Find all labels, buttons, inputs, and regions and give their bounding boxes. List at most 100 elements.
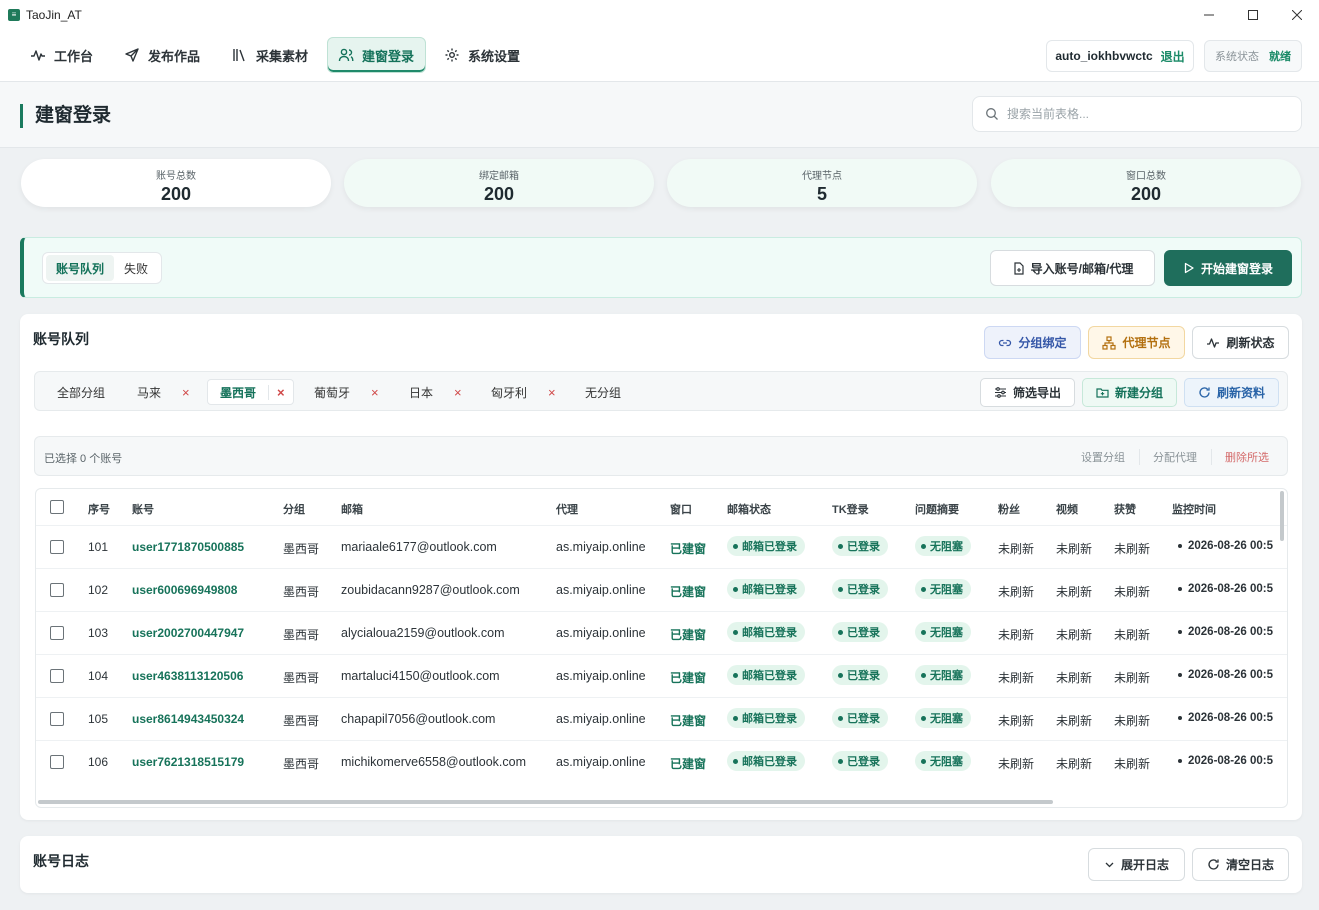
table-row[interactable]: 103 user2002700447947 墨西哥 alycialoua2159@ou… (36, 611, 1287, 654)
group-tab-japan[interactable]: 日本 × (397, 379, 470, 405)
account-log-panel: 账号日志 展开日志 清空日志 (20, 836, 1302, 893)
column-header[interactable]: 监控时间 (1172, 501, 1216, 517)
cell-account[interactable]: user2002700447947 (132, 626, 244, 640)
status-dot-icon (921, 586, 926, 592)
cell-no: 101 (88, 540, 109, 554)
logout-link[interactable]: 退出 (1161, 48, 1185, 65)
status-badge: 邮箱已登录 (727, 579, 805, 599)
nav-item-window-login[interactable]: 建窗登录 (327, 37, 426, 73)
time-text: 2026-08-26 00:5 (1188, 755, 1274, 767)
row-checkbox[interactable] (50, 626, 64, 640)
column-header[interactable]: 序号 (88, 501, 110, 517)
status-text: 已登录 (847, 541, 880, 553)
stat-value: 5 (816, 184, 827, 204)
monitor-time: 2026-08-26 00:5 (1178, 755, 1273, 767)
cell-no: 102 (88, 583, 109, 597)
remove-group-icon[interactable]: × (362, 385, 387, 400)
nav-label: 建窗登录 (362, 48, 415, 64)
group-tab-all[interactable]: 全部分组 (45, 379, 117, 405)
group-tab-hungary[interactable]: 匈牙利 × (479, 379, 564, 405)
group-bind-button[interactable]: 分组绑定 (984, 326, 1081, 359)
search-input[interactable] (1007, 107, 1287, 121)
table-row[interactable]: 102 user600696949808 墨西哥 zoubidacann9287@ou… (36, 568, 1287, 611)
clear-log-button[interactable]: 清空日志 (1192, 848, 1289, 881)
cell-fans: 未刷新 (998, 542, 1035, 556)
cell-account[interactable]: user4638113120506 (132, 669, 243, 683)
group-tab-ungrouped[interactable]: 无分组 (573, 379, 633, 405)
status-badge: 邮箱已登录 (727, 751, 805, 771)
table-row[interactable]: 101 user1771870500885 墨西哥 mariaale6177@outl… (36, 525, 1287, 568)
stat-label: 账号总数 (156, 171, 196, 182)
remove-group-icon[interactable]: × (445, 385, 470, 400)
table-row[interactable]: 106 user7621318515179 墨西哥 michikomerve6558@… (36, 740, 1287, 783)
cell-account[interactable]: user1771870500885 (132, 540, 244, 554)
expand-log-button[interactable]: 展开日志 (1088, 848, 1185, 881)
selection-bar: 已选择 0 个账号 设置分组 分配代理 删除所选 (34, 436, 1288, 476)
column-header[interactable]: 账号 (132, 501, 154, 517)
nav-item-publish[interactable]: 发布作品 (114, 37, 210, 73)
cell-account[interactable]: user600696949808 (132, 583, 237, 597)
column-header[interactable]: 代理 (556, 501, 578, 517)
group-tab-portugal[interactable]: 葡萄牙 × (302, 379, 387, 405)
column-header[interactable]: 邮箱 (341, 501, 363, 517)
new-group-label: 新建分组 (1114, 386, 1163, 400)
column-header[interactable]: 邮箱状态 (727, 501, 771, 517)
column-header[interactable]: 问题摘要 (915, 501, 959, 517)
minimize-button[interactable] (1187, 0, 1231, 30)
column-header[interactable]: 视频 (1056, 501, 1078, 517)
group-tab-mexico[interactable]: 墨西哥 × (207, 379, 294, 405)
group-tab-malaysia[interactable]: 马来 × (125, 379, 198, 405)
assign-proxy-button[interactable]: 分配代理 (1143, 444, 1207, 470)
tab-account-queue[interactable]: 账号队列 (46, 255, 115, 281)
status-badge: 无阻塞 (915, 665, 971, 685)
page-title: 建窗登录 (20, 104, 111, 128)
refresh-info-button[interactable]: 刷新资料 (1184, 378, 1279, 407)
close-button[interactable] (1275, 0, 1319, 30)
log-title: 账号日志 (33, 853, 89, 869)
row-checkbox[interactable] (50, 583, 64, 597)
status-dot-icon (838, 586, 843, 592)
nav-item-settings[interactable]: 系统设置 (434, 37, 530, 73)
tab-failed[interactable]: 失败 (114, 255, 158, 281)
accounts-table: 序号 账号 分组 邮箱 代理 窗口 邮箱状态 TK登录 问题摘要 粉丝 视频 获… (35, 488, 1288, 808)
column-header[interactable]: TK登录 (832, 501, 869, 517)
status-dot-icon (921, 672, 926, 678)
filter-export-button[interactable]: 筛选导出 (980, 378, 1075, 407)
table-row[interactable]: 104 user4638113120506 墨西哥 martaluci4150@out… (36, 654, 1287, 697)
row-checkbox[interactable] (50, 669, 64, 683)
nav-item-dashboard[interactable]: 工作台 (20, 37, 103, 73)
select-all-checkbox[interactable] (50, 500, 64, 514)
import-button[interactable]: 导入账号/邮箱/代理 (990, 250, 1155, 286)
remove-group-icon[interactable]: × (268, 384, 293, 400)
cell-account[interactable]: user7621318515179 (132, 755, 244, 769)
new-group-button[interactable]: 新建分组 (1082, 378, 1177, 407)
cell-account[interactable]: user8614943450324 (132, 712, 244, 726)
monitor-time: 2026-08-26 00:5 (1178, 669, 1273, 681)
delete-selected-button[interactable]: 删除所选 (1215, 444, 1279, 470)
start-login-button[interactable]: 开始建窗登录 (1164, 250, 1292, 286)
refresh-icon (1208, 859, 1219, 870)
status-badge: 已登录 (832, 708, 888, 728)
remove-group-icon[interactable]: × (173, 385, 198, 400)
maximize-button[interactable] (1231, 0, 1275, 30)
nav-item-collect[interactable]: 采集素材 (222, 37, 318, 73)
cell-fans: 未刷新 (998, 714, 1035, 728)
column-header[interactable]: 获赞 (1114, 501, 1136, 517)
column-header[interactable]: 窗口 (670, 501, 692, 517)
refresh-status-button[interactable]: 刷新状态 (1192, 326, 1289, 359)
divider (1211, 449, 1212, 465)
remove-group-icon[interactable]: × (539, 385, 564, 400)
horizontal-scrollbar[interactable] (38, 800, 1053, 804)
column-header[interactable]: 分组 (283, 501, 305, 517)
table-row[interactable]: 105 user8614943450324 墨西哥 chapapil7056@outl… (36, 697, 1287, 740)
column-header[interactable]: 粉丝 (998, 501, 1020, 517)
bullet-icon (1178, 587, 1182, 591)
row-checkbox[interactable] (50, 712, 64, 726)
proxy-nodes-button[interactable]: 代理节点 (1088, 326, 1185, 359)
set-group-button[interactable]: 设置分组 (1071, 444, 1135, 470)
row-checkbox[interactable] (50, 540, 64, 554)
vertical-scrollbar[interactable] (1280, 491, 1284, 541)
row-checkbox[interactable] (50, 755, 64, 769)
cell-proxy: as.miyaip.online (556, 755, 646, 769)
nav-label: 采集素材 (256, 48, 309, 64)
